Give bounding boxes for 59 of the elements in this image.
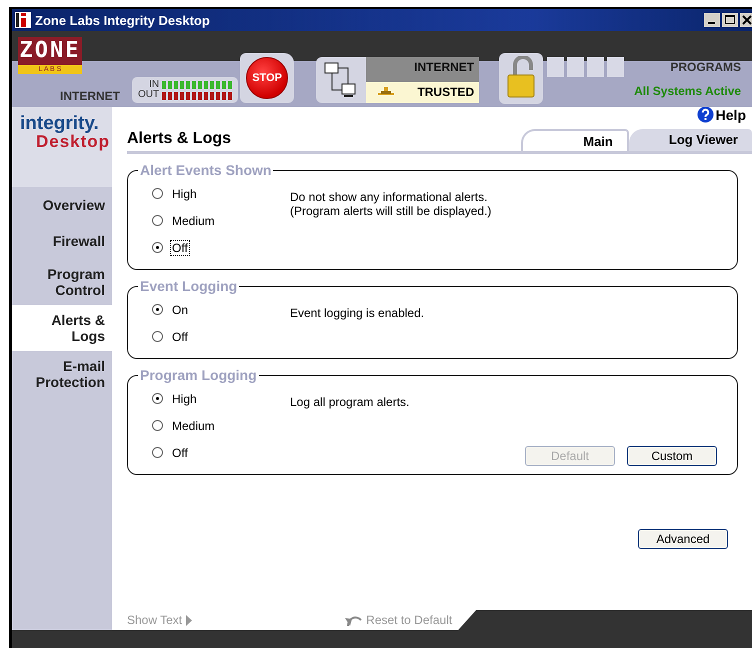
program-slot <box>547 57 564 77</box>
radio-label[interactable]: High <box>171 186 198 200</box>
radio-label[interactable]: Off <box>171 446 189 460</box>
maximize-button[interactable] <box>722 13 738 27</box>
sidebar-item[interactable]: Overview <box>12 187 112 223</box>
radio-button[interactable] <box>152 393 163 404</box>
program-slot <box>587 57 604 77</box>
tab[interactable]: Main <box>521 129 629 151</box>
radio-label[interactable]: Off <box>171 240 189 254</box>
minimize-button[interactable] <box>704 13 720 27</box>
radio-label[interactable]: Medium <box>171 214 216 228</box>
sidebar-item[interactable]: Program Control <box>12 259 112 305</box>
sidebar-item[interactable]: Alerts & Logs <box>12 305 112 351</box>
sidebar-item[interactable]: E-mail Protection <box>12 351 112 397</box>
status-text: All Systems Active <box>634 84 742 98</box>
programs-label: PROGRAMS <box>670 60 742 74</box>
radio-label[interactable]: Medium <box>171 418 216 432</box>
undo-arrow-icon[interactable] <box>345 614 364 626</box>
description-text: Event logging is enabled. <box>290 306 426 320</box>
description-text: Log all program alerts. <box>290 395 410 409</box>
radio-button[interactable] <box>152 331 163 342</box>
group-button[interactable]: Custom <box>627 446 717 466</box>
description-text: Do not show any informational alerts. <box>290 190 488 204</box>
stop-button[interactable]: STOP <box>246 57 288 99</box>
program-slot <box>607 57 624 77</box>
network-connector-icon <box>378 87 394 98</box>
radio-button[interactable] <box>152 242 163 253</box>
radio-label[interactable]: High <box>171 392 198 406</box>
padlock-icon[interactable] <box>507 56 536 98</box>
radio-button[interactable] <box>152 304 163 315</box>
radio-button[interactable] <box>152 188 163 199</box>
internet-zone: INTERNET <box>366 57 480 82</box>
program-slot <box>567 57 584 77</box>
network-computers-icon <box>324 62 358 98</box>
radio-button[interactable] <box>152 447 163 458</box>
tab[interactable]: Log Viewer <box>628 129 752 151</box>
group-title: Program Logging <box>139 367 258 383</box>
radio-label[interactable]: Off <box>171 330 189 344</box>
zone-label: INTERNET <box>60 89 120 103</box>
group-title: Alert Events Shown <box>139 162 272 178</box>
description-text: (Program alerts will still be displayed.) <box>290 204 492 218</box>
out-label: OUT <box>138 90 160 100</box>
trusted-zone: TRUSTED <box>417 85 474 100</box>
caret-icon[interactable] <box>185 614 192 626</box>
traffic-bars-icon <box>162 80 232 100</box>
radio-label[interactable]: On <box>171 302 190 316</box>
in-label: IN <box>149 80 160 90</box>
help-icon[interactable] <box>696 106 714 123</box>
integrity-logo: integrity. Desktop <box>12 107 112 187</box>
advanced-button[interactable]: Advanced <box>638 529 728 549</box>
page-title: Alerts & Logs <box>127 130 232 149</box>
app-icon <box>15 12 31 28</box>
group-title: Event Logging <box>139 278 238 294</box>
radio-button[interactable] <box>152 420 163 431</box>
help-link[interactable]: Help <box>696 106 746 123</box>
sidebar-item[interactable]: Firewall <box>12 223 112 259</box>
radio-button[interactable] <box>152 215 163 226</box>
window-title: Zone Labs Integrity Desktop <box>35 12 211 28</box>
close-button[interactable] <box>740 13 752 27</box>
